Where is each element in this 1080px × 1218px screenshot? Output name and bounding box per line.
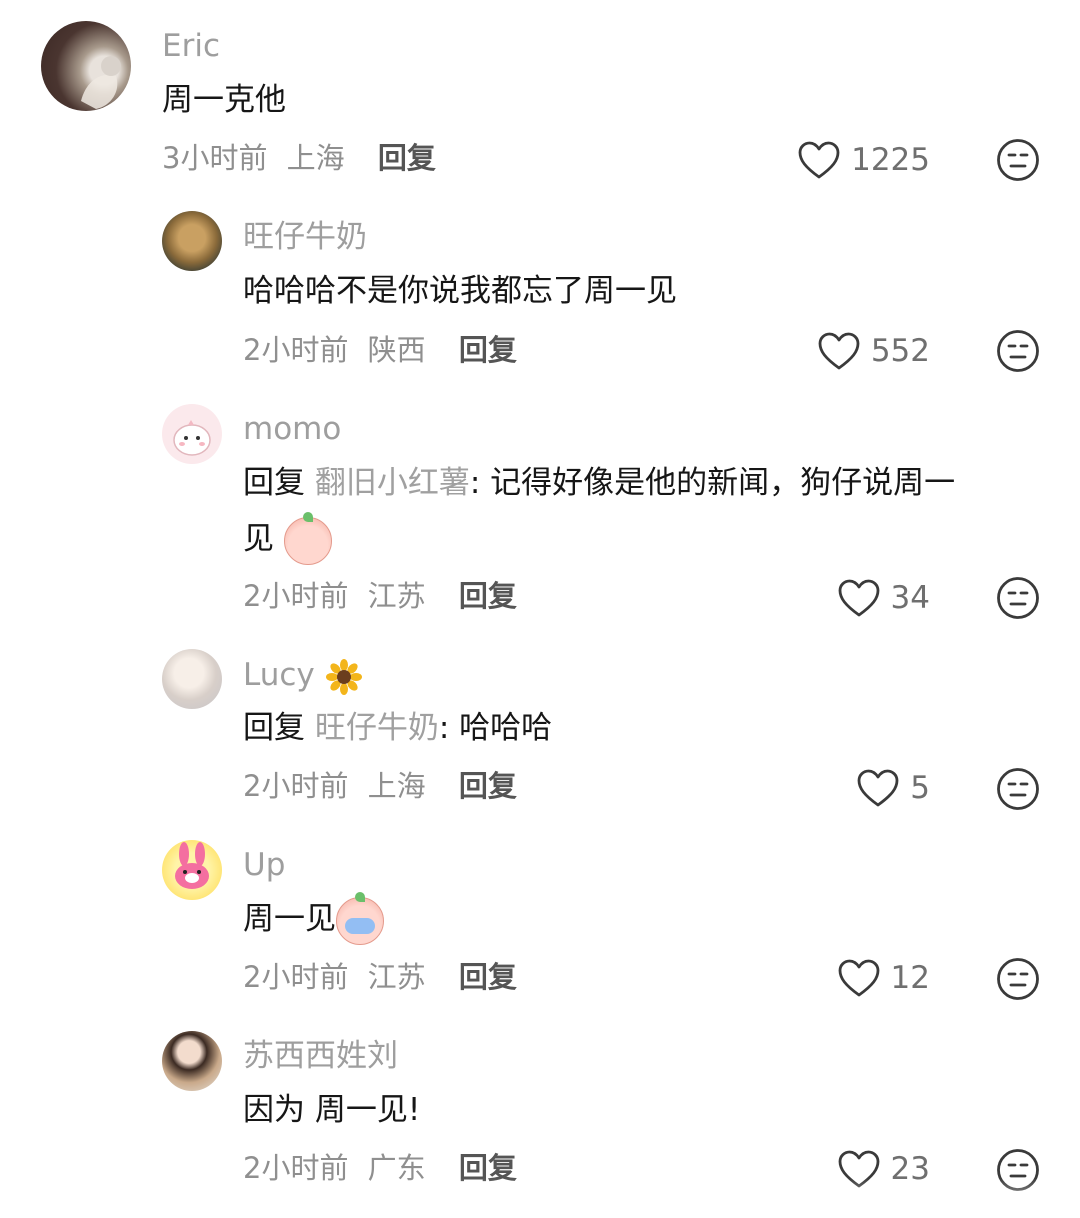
meh-face-icon[interactable]: [996, 576, 1040, 620]
meh-face-icon[interactable]: [996, 329, 1040, 373]
comment-location: 陕西: [367, 333, 426, 367]
peach-crying-emoji-icon: [336, 891, 384, 945]
comment-meta: 2小时前 陕西 回复: [243, 330, 517, 370]
like-count: 552: [870, 333, 930, 369]
person-photo-avatar[interactable]: [162, 649, 222, 709]
comment-text: 周一克他: [162, 82, 286, 118]
comment-username[interactable]: 苏西西姓刘: [243, 1036, 398, 1076]
comment-time: 2小时前: [243, 769, 349, 803]
comment-text: 因为 周一见!: [243, 1092, 421, 1128]
comment-location: 江苏: [367, 960, 426, 994]
comment-location: 江苏: [367, 579, 426, 613]
comment-text-line: : 记得好像是他的新闻，狗仔说周一: [469, 465, 956, 501]
comment-time: 2小时前: [243, 960, 349, 994]
comment-text: 周一见: [243, 891, 384, 946]
comment-time: 2小时前: [243, 333, 349, 367]
comment-meta: 3小时前 上海 回复: [162, 138, 436, 178]
comment-meta: 2小时前 上海 回复: [243, 766, 517, 806]
meh-face-icon[interactable]: [996, 138, 1040, 182]
comment-time: 3小时前: [162, 141, 268, 175]
comment-username[interactable]: momo: [243, 409, 341, 449]
reply-prefix: 回复: [243, 465, 305, 501]
sunflower-icon: [325, 658, 363, 696]
peach-emoji-icon: [283, 511, 332, 565]
reply-button[interactable]: 回复: [459, 579, 517, 613]
like-button[interactable]: 552: [817, 331, 930, 371]
comment-text-line: : 哈哈哈: [438, 710, 553, 746]
like-button[interactable]: 12: [837, 958, 930, 998]
comment-text-line: 周一见: [243, 901, 336, 937]
comment-location: 上海: [286, 141, 345, 175]
heart-outline-icon: [837, 958, 881, 998]
comment-location: 上海: [367, 769, 426, 803]
woman-photo-avatar[interactable]: [162, 1031, 222, 1091]
cat-photo-avatar[interactable]: [41, 21, 131, 111]
comment-username[interactable]: 旺仔牛奶: [243, 217, 367, 257]
comment-time: 2小时前: [243, 579, 349, 613]
heart-outline-icon: [837, 578, 881, 618]
comment-meta: 2小时前 江苏 回复: [243, 957, 517, 997]
bottom-fade: [0, 1178, 1080, 1218]
mention-username[interactable]: 翻旧小红薯: [315, 465, 470, 501]
reply-button[interactable]: 回复: [459, 769, 517, 803]
pink-bunny-avatar[interactable]: [162, 840, 222, 900]
comment-username[interactable]: Lucy: [243, 655, 363, 696]
comment-username[interactable]: Eric: [162, 26, 220, 66]
reply-prefix: 回复: [243, 710, 305, 746]
comment-item: Eric 周一克他 3小时前 上海 回复 1225: [0, 0, 1080, 190]
heart-outline-icon: [797, 140, 841, 180]
reply-button[interactable]: 回复: [378, 141, 436, 175]
reply-button[interactable]: 回复: [459, 333, 517, 367]
meh-face-icon[interactable]: [996, 957, 1040, 1001]
comment-text-continued: 见: [243, 511, 332, 566]
reply-button[interactable]: 回复: [459, 960, 517, 994]
like-count: 1225: [851, 142, 930, 178]
heart-outline-icon: [856, 768, 900, 808]
like-button[interactable]: 34: [837, 578, 930, 618]
comment-text-line: 见: [243, 521, 274, 557]
mention-username[interactable]: 旺仔牛奶: [315, 710, 439, 746]
like-count: 12: [890, 960, 930, 996]
heart-outline-icon: [817, 331, 861, 371]
comment-text: 回复 旺仔牛奶: 哈哈哈: [243, 701, 552, 755]
like-count: 5: [910, 770, 930, 806]
comment-username[interactable]: Up: [243, 845, 285, 885]
comment-text: 哈哈哈不是你说我都忘了周一见: [243, 273, 677, 309]
username-text: Lucy: [243, 657, 315, 693]
comment-meta: 2小时前 江苏 回复: [243, 576, 517, 616]
like-button[interactable]: 1225: [797, 140, 930, 180]
like-count: 34: [890, 580, 930, 616]
like-button[interactable]: 5: [856, 768, 930, 808]
meh-face-icon[interactable]: [996, 767, 1040, 811]
cartoon-dinosaur-avatar[interactable]: [162, 404, 222, 464]
comment-text: 回复 翻旧小红薯: 记得好像是他的新闻，狗仔说周一: [243, 456, 955, 510]
food-photo-avatar[interactable]: [162, 211, 222, 271]
